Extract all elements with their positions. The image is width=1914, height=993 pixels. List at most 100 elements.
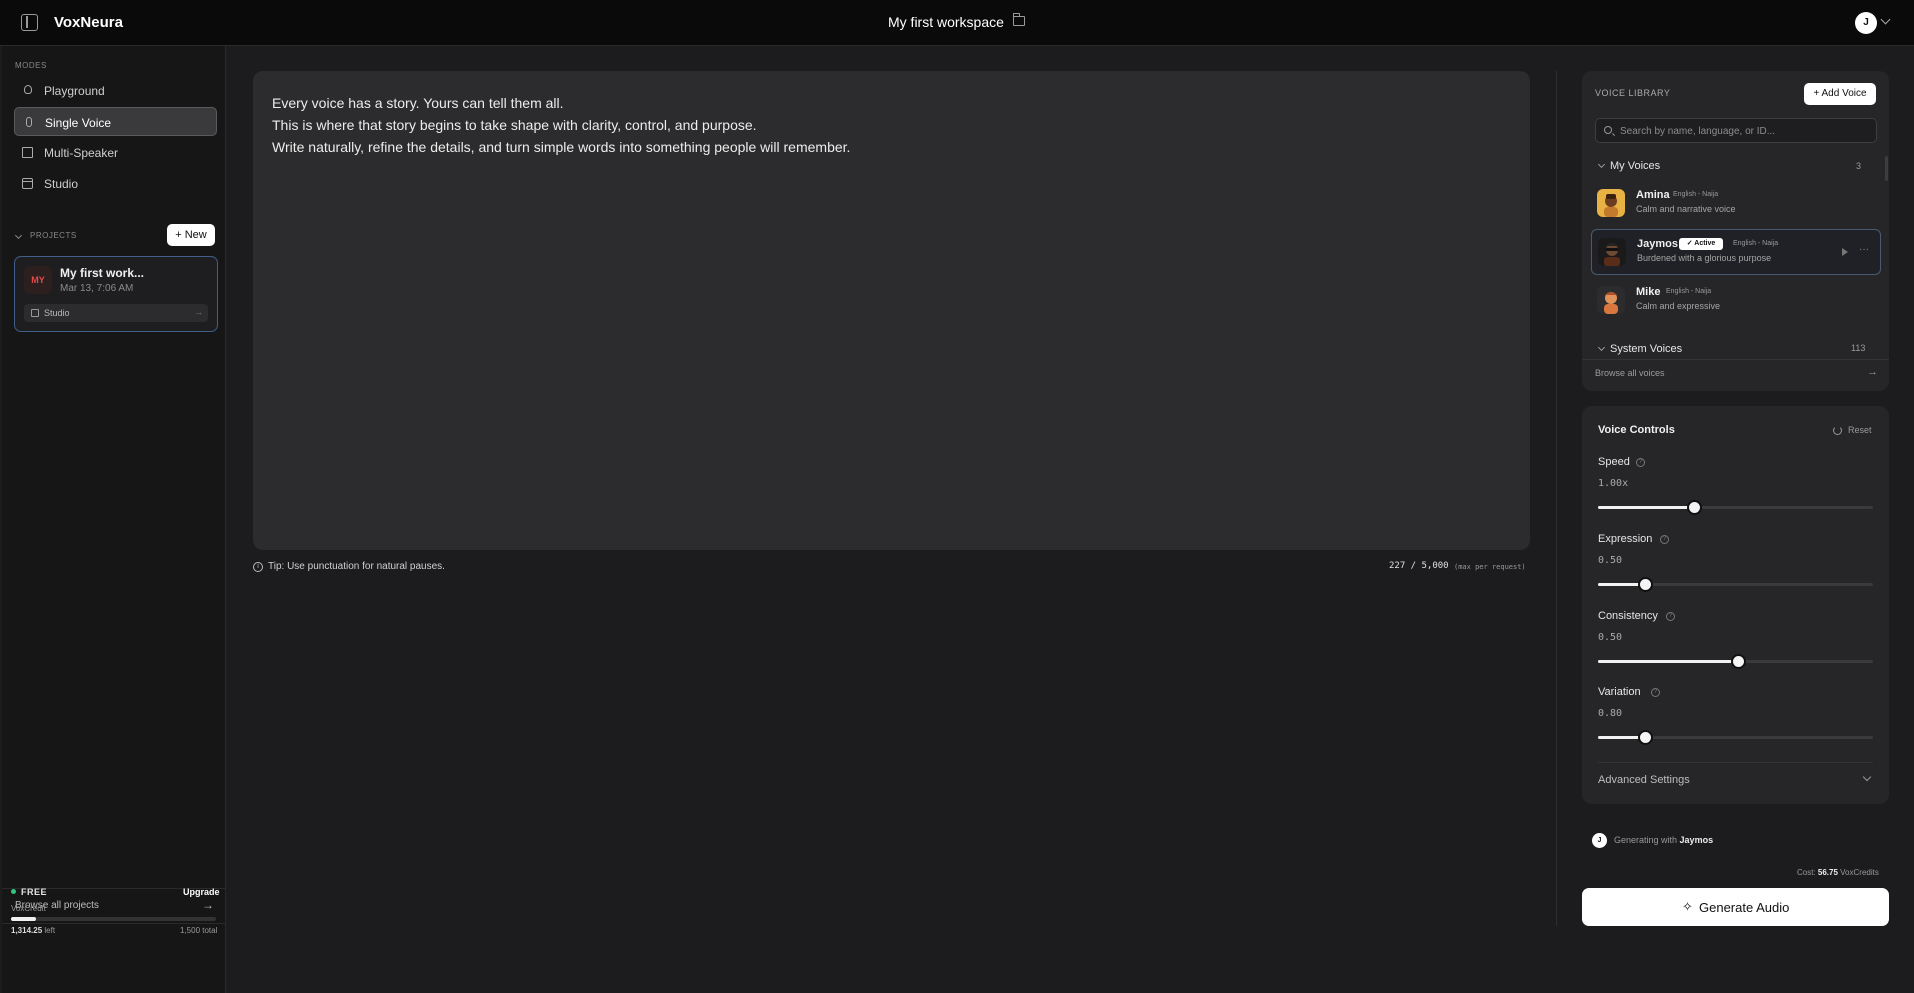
user-avatar[interactable]: J bbox=[1855, 12, 1877, 34]
credits-left-value: 1,314.25 bbox=[11, 926, 43, 935]
speed-value: 1.00x bbox=[1598, 478, 1629, 489]
variation-slider[interactable] bbox=[1598, 730, 1873, 745]
sidebar-item-studio[interactable]: Studio bbox=[14, 169, 217, 198]
studio-icon bbox=[22, 178, 33, 189]
bulb-icon bbox=[24, 85, 32, 94]
consistency-slider[interactable] bbox=[1598, 654, 1873, 669]
sidebar-toggle-icon[interactable] bbox=[21, 14, 38, 31]
voice-controls-panel: Voice Controls Reset Speed ? 1.00x Expre… bbox=[1582, 406, 1889, 804]
voice-description: Burdened with a glorious purpose bbox=[1637, 253, 1772, 263]
arrow-right-icon: → bbox=[202, 898, 214, 912]
variation-slider-thumb[interactable] bbox=[1637, 730, 1653, 745]
cost-suffix: VoxCredits bbox=[1837, 868, 1879, 877]
variation-value: 0.80 bbox=[1598, 708, 1623, 719]
projects-label: PROJECTS bbox=[30, 231, 77, 240]
panel-divider bbox=[1556, 71, 1557, 926]
sidebar-item-playground[interactable]: Playground bbox=[14, 76, 217, 105]
chevron-down-icon[interactable] bbox=[1597, 160, 1606, 169]
voice-item-mike[interactable]: Mike English - Naija Calm and expressive bbox=[1591, 278, 1881, 324]
consistency-slider-thumb[interactable] bbox=[1731, 654, 1747, 669]
generate-audio-label: Generate Audio bbox=[1699, 900, 1790, 915]
voice-library-title: VOICE LIBRARY bbox=[1595, 88, 1671, 98]
arrow-right-icon: → bbox=[194, 307, 203, 317]
sidebar-item-multi-speaker[interactable]: Multi-Speaker bbox=[14, 138, 217, 167]
search-icon bbox=[1604, 126, 1612, 134]
project-card[interactable]: MY My first work... Mar 13, 7:06 AM Stud… bbox=[14, 256, 218, 332]
voice-item-amina[interactable]: Amina English - Naija Calm and narrative… bbox=[1591, 181, 1881, 227]
plan-status-dot bbox=[11, 889, 16, 894]
browse-all-voices-label: Browse all voices bbox=[1595, 368, 1665, 378]
play-icon[interactable] bbox=[1842, 248, 1848, 256]
speed-label: Speed bbox=[1598, 456, 1630, 468]
sparkle-icon: ✧ bbox=[1682, 899, 1693, 914]
folder-icon[interactable] bbox=[1013, 13, 1025, 26]
credits-total: 1,500 total bbox=[180, 926, 218, 935]
chevron-down-icon[interactable] bbox=[1862, 772, 1872, 782]
voice-description: Calm and narrative voice bbox=[1636, 204, 1736, 214]
credit-progress-fill bbox=[11, 917, 36, 921]
advanced-settings-toggle[interactable]: Advanced Settings bbox=[1598, 774, 1690, 786]
consistency-label: Consistency bbox=[1598, 610, 1658, 622]
credits-left-suffix: left bbox=[42, 926, 56, 935]
sidebar-item-label: Studio bbox=[44, 177, 79, 191]
credit-progress-bar bbox=[11, 917, 216, 921]
voice-item-jaymos[interactable]: Jaymos ✓ Active English - Naija Burdened… bbox=[1591, 229, 1881, 275]
my-voices-title[interactable]: My Voices bbox=[1610, 160, 1660, 172]
voice-avatar bbox=[1597, 189, 1625, 217]
project-tag[interactable]: Studio → bbox=[24, 304, 208, 322]
reset-icon[interactable] bbox=[1833, 426, 1842, 435]
voice-name: Amina bbox=[1636, 189, 1670, 201]
top-bar: VoxNeura My first workspace J bbox=[0, 0, 1914, 46]
editor-line: Write naturally, refine the details, and… bbox=[272, 139, 851, 155]
voice-name: Jaymos bbox=[1637, 238, 1678, 250]
new-project-label: New bbox=[184, 229, 207, 241]
editor-line: This is where that story begins to take … bbox=[272, 117, 757, 133]
speed-slider[interactable] bbox=[1598, 500, 1873, 515]
voice-language: English - Naija bbox=[1673, 191, 1719, 198]
cost-value: 56.75 bbox=[1817, 868, 1838, 877]
modes-label: MODES bbox=[15, 61, 47, 70]
voice-list-scrollbar[interactable] bbox=[1885, 156, 1888, 181]
sidebar-item-label: Multi-Speaker bbox=[44, 146, 119, 160]
system-voices-count: 113 bbox=[1851, 343, 1866, 353]
add-voice-button[interactable]: + Add Voice bbox=[1804, 83, 1876, 105]
my-voices-count: 3 bbox=[1856, 161, 1862, 171]
voice-avatar bbox=[1598, 238, 1626, 266]
upgrade-link[interactable]: Upgrade bbox=[183, 887, 220, 897]
reset-button[interactable]: Reset bbox=[1848, 425, 1872, 435]
credit-label: VoxCredit bbox=[11, 904, 46, 913]
project-date: Mar 13, 7:06 AM bbox=[60, 283, 134, 294]
voice-search[interactable] bbox=[1595, 118, 1877, 143]
chevron-down-icon[interactable] bbox=[1880, 14, 1891, 25]
expression-slider-thumb[interactable] bbox=[1637, 577, 1653, 592]
expression-slider[interactable] bbox=[1598, 577, 1873, 592]
chevron-down-icon[interactable] bbox=[14, 231, 23, 240]
new-project-button[interactable]: + New bbox=[167, 224, 215, 246]
credits-left: 1,314.25 left bbox=[11, 926, 55, 935]
char-count-note: (max per request) bbox=[1454, 563, 1526, 571]
text-editor[interactable]: Every voice has a story. Yours can tell … bbox=[253, 71, 1530, 550]
speed-slider-thumb[interactable] bbox=[1687, 500, 1703, 515]
generate-audio-button[interactable]: ✧ Generate Audio bbox=[1582, 888, 1889, 926]
chat-icon bbox=[22, 147, 33, 158]
cost-prefix: Cost: bbox=[1797, 868, 1818, 877]
help-icon[interactable]: ? bbox=[1660, 535, 1669, 544]
generating-voice-name: Jaymos bbox=[1679, 835, 1714, 845]
sidebar-item-single-voice[interactable]: Single Voice bbox=[14, 107, 217, 136]
project-tag-label: Studio bbox=[44, 308, 70, 318]
editor-line: Every voice has a story. Yours can tell … bbox=[272, 95, 564, 111]
system-voices-title[interactable]: System Voices bbox=[1610, 343, 1682, 355]
workspace-title[interactable]: My first workspace bbox=[888, 14, 1004, 30]
project-avatar: MY bbox=[24, 266, 52, 294]
help-icon[interactable]: ? bbox=[1666, 612, 1675, 621]
browse-all-voices[interactable]: Browse all voices → bbox=[1582, 359, 1889, 391]
voice-description: Calm and expressive bbox=[1636, 301, 1721, 311]
voice-search-input[interactable] bbox=[1620, 122, 1870, 140]
more-icon[interactable]: ··· bbox=[1859, 244, 1869, 255]
help-icon[interactable]: ? bbox=[1651, 688, 1660, 697]
voice-language: English - Naija bbox=[1733, 240, 1779, 247]
chevron-down-icon[interactable] bbox=[1597, 343, 1606, 352]
voice-language: English - Naija bbox=[1666, 288, 1712, 295]
divider bbox=[1598, 762, 1873, 763]
help-icon[interactable]: ? bbox=[1636, 458, 1645, 467]
